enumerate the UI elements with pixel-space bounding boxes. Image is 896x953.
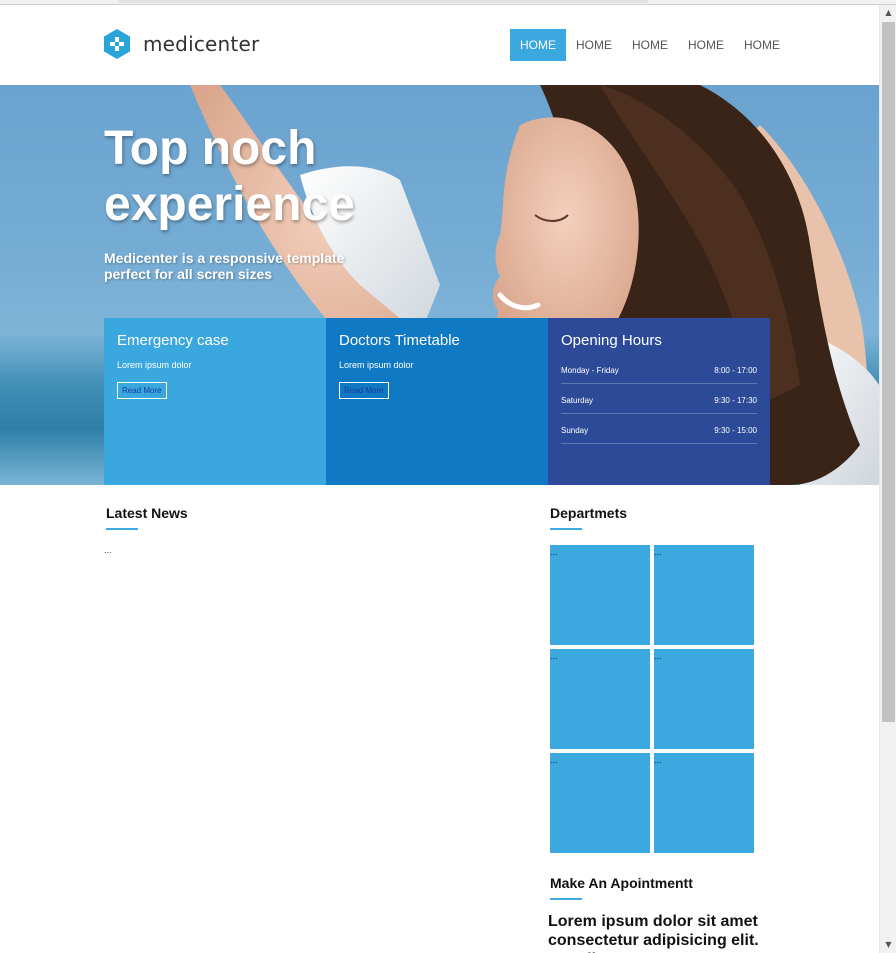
hours-row: Monday - Friday 8:00 - 17:00 <box>561 360 757 384</box>
department-tile[interactable]: ... <box>654 545 754 645</box>
emergency-case-title: Emergency case <box>117 332 229 349</box>
scrollbar-thumb[interactable] <box>882 22 895 722</box>
departments-underline <box>550 528 582 530</box>
doctors-timetable-box: Doctors Timetable Lorem ipsum dolor Read… <box>326 318 548 485</box>
hours-time: 9:30 - 15:00 <box>714 426 757 435</box>
nav-item-home-2[interactable]: HOME <box>566 29 622 61</box>
hours-row: Saturday 9:30 - 17:30 <box>561 390 757 414</box>
appointment-underline <box>550 898 582 900</box>
departments-heading: Departmets <box>550 505 628 521</box>
doctors-timetable-title: Doctors Timetable <box>339 332 460 349</box>
opening-hours-title: Opening Hours <box>561 332 662 349</box>
browser-tab-strip <box>118 0 648 3</box>
appointment-heading: Make An Apointmentt <box>550 875 693 891</box>
timetable-read-more-button[interactable]: Read More <box>339 382 389 399</box>
scroll-up-arrow-icon[interactable]: ▲ <box>880 5 896 21</box>
vertical-scrollbar[interactable]: ▲ ▼ <box>879 5 896 953</box>
department-tile[interactable]: ... <box>654 649 754 749</box>
department-tile-label: ... <box>654 547 662 557</box>
department-tile[interactable]: ... <box>550 649 650 749</box>
site-header: medicenter HOME HOME HOME HOME HOME <box>0 5 879 85</box>
department-tile[interactable]: ... <box>550 545 650 645</box>
department-tile-label: ... <box>654 755 662 765</box>
opening-hours-box: Opening Hours Monday - Friday 8:00 - 17:… <box>548 318 770 485</box>
hero-subtitle: Medicenter is a responsive template perf… <box>104 250 345 282</box>
logo[interactable]: medicenter <box>104 29 259 59</box>
logo-text: medicenter <box>143 32 260 56</box>
latest-news-placeholder: ... <box>104 545 112 555</box>
nav-item-home-4[interactable]: HOME <box>678 29 734 61</box>
nav-item-home-5[interactable]: HOME <box>734 29 790 61</box>
hours-time: 9:30 - 17:30 <box>714 396 757 405</box>
nav-item-home-3[interactable]: HOME <box>622 29 678 61</box>
hours-day: Saturday <box>561 396 594 405</box>
hours-day: Sunday <box>561 426 589 435</box>
department-tile-label: ... <box>550 755 558 765</box>
hours-day: Monday - Friday <box>561 366 619 375</box>
hero-banner: Top noch experience Medicenter is a resp… <box>0 85 879 485</box>
scroll-down-arrow-icon[interactable]: ▼ <box>880 937 896 953</box>
department-tile-label: ... <box>550 547 558 557</box>
emergency-case-box: Emergency case Lorem ipsum dolor Read Mo… <box>104 318 326 485</box>
department-tile-label: ... <box>654 651 662 661</box>
hours-row: Sunday 9:30 - 15:00 <box>561 420 757 444</box>
main-nav: HOME HOME HOME HOME HOME <box>510 29 790 61</box>
emergency-read-more-button[interactable]: Read More <box>117 382 167 399</box>
hours-time: 8:00 - 17:00 <box>714 366 757 375</box>
doctors-timetable-text: Lorem ipsum dolor <box>339 360 414 370</box>
appointment-text: Lorem ipsum dolor sit amet consectetur a… <box>548 913 759 953</box>
medical-cross-hexagon-icon <box>104 29 130 59</box>
department-tile[interactable]: ... <box>654 753 754 853</box>
emergency-case-text: Lorem ipsum dolor <box>117 360 192 370</box>
department-tile[interactable]: ... <box>550 753 650 853</box>
hero-title: Top noch experience <box>104 122 355 231</box>
nav-item-home-active[interactable]: HOME <box>510 29 566 61</box>
opening-hours-list: Monday - Friday 8:00 - 17:00 Saturday 9:… <box>561 360 757 444</box>
latest-news-heading: Latest News <box>106 505 188 521</box>
latest-news-underline <box>106 528 138 530</box>
department-tile-label: ... <box>550 651 558 661</box>
departments-grid: ... ... ... ... ... ... <box>550 545 754 853</box>
